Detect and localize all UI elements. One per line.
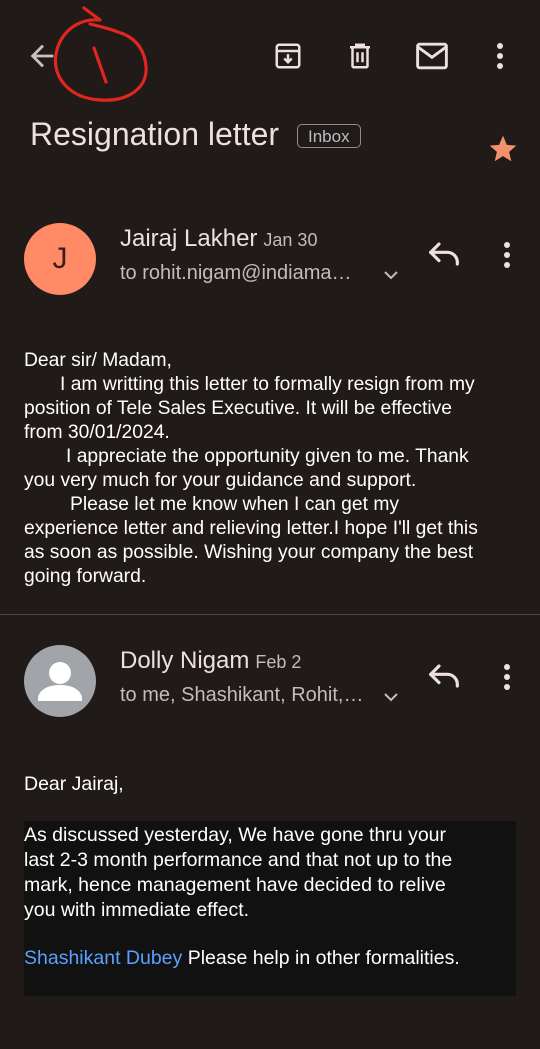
body-line: Please let me know when I can get my xyxy=(70,494,400,515)
body-line: as soon as possible. Wishing your compan… xyxy=(24,542,474,563)
message-greeting: Dear Jairaj, xyxy=(24,773,124,795)
sender-header: Dolly Nigam Feb 2 xyxy=(120,647,301,675)
sender-name: Dolly Nigam xyxy=(120,647,250,674)
body-line: last 2-3 month performance and that not … xyxy=(24,849,453,871)
sender-header: Jairaj Lakher Jan 30 xyxy=(120,225,317,253)
archive-icon[interactable] xyxy=(268,36,308,76)
body-line: going forward. xyxy=(24,566,147,587)
red-scribble-annotation xyxy=(48,2,152,106)
message-body: As discussed yesterday, We have gone thr… xyxy=(24,823,510,923)
message-body: Dear sir/ Madam, I am writting this lett… xyxy=(24,349,524,589)
body-line: mark, hence management have decided to r… xyxy=(24,874,446,896)
message-more-icon[interactable] xyxy=(497,239,517,273)
body-line: experience letter and relieving letter.I… xyxy=(24,518,478,539)
sender-avatar[interactable] xyxy=(24,645,96,717)
sender-avatar[interactable]: J xyxy=(24,223,96,295)
reply-icon[interactable] xyxy=(424,656,464,696)
body-line: position of Tele Sales Executive. It wil… xyxy=(24,398,452,419)
person-icon xyxy=(38,662,82,701)
email-subject: Resignation letter xyxy=(30,116,280,152)
mark-unread-mail-icon[interactable] xyxy=(412,36,452,76)
body-line: I am writting this letter to formally re… xyxy=(60,374,475,395)
chevron-down-icon[interactable] xyxy=(381,687,401,707)
message-more-icon[interactable] xyxy=(497,661,517,695)
body-line: you very much for your guidance and supp… xyxy=(24,470,417,491)
message-divider xyxy=(0,614,540,615)
mention-link[interactable]: Shashikant Dubey xyxy=(24,947,182,969)
reply-icon[interactable] xyxy=(424,234,464,274)
delete-icon[interactable] xyxy=(340,36,380,76)
back-arrow-icon[interactable] xyxy=(22,36,62,76)
avatar-letter: J xyxy=(52,242,68,275)
body-line: you with immediate effect. xyxy=(24,899,250,921)
recipients-line[interactable]: to me, Shashikant, Rohit,… xyxy=(120,684,363,707)
body-line: Please help in other formalities. xyxy=(182,947,460,969)
message-date: Jan 30 xyxy=(263,230,318,250)
body-line: Dear sir/ Madam, xyxy=(24,350,172,371)
body-line: from 30/01/2024. xyxy=(24,422,170,443)
chevron-down-icon[interactable] xyxy=(381,265,401,285)
body-line: As discussed yesterday, We have gone thr… xyxy=(24,824,447,846)
message-date: Feb 2 xyxy=(255,652,302,672)
inbox-label-chip[interactable]: Inbox xyxy=(297,124,361,148)
recipients-line[interactable]: to rohit.nigam@indiama… xyxy=(120,262,352,285)
sender-name: Jairaj Lakher xyxy=(120,225,258,252)
more-options-icon[interactable] xyxy=(484,36,516,76)
message-last-line: Shashikant Dubey Please help in other fo… xyxy=(24,946,460,970)
star-icon[interactable] xyxy=(486,132,520,166)
body-line: I appreciate the opportunity given to me… xyxy=(66,446,469,467)
